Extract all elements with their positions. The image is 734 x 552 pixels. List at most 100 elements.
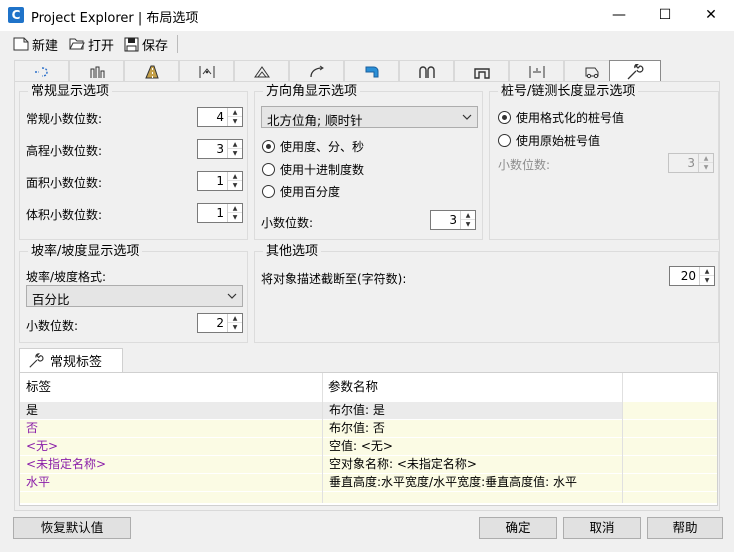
tab-curve[interactable] [289,60,344,82]
tab-surface[interactable] [234,60,289,82]
group-title: 方向角显示选项 [263,84,361,99]
cell-param: 布尔值: 否 [323,420,622,437]
profile-view-icon [90,66,104,78]
radio-dot [262,163,275,176]
pipe-network-icon [418,65,435,78]
tab-section[interactable] [179,60,234,82]
radio-grads[interactable]: 使用百分度 [262,183,340,200]
tab-dimension[interactable] [509,60,564,82]
grade-format-combo[interactable]: 百分比 [26,285,243,307]
column-header-param[interactable]: 参数名称 [322,373,622,400]
spin-down-icon[interactable]: ▼ [228,213,242,222]
open-label: 打开 [88,38,115,54]
tab-profile[interactable] [69,60,124,82]
spinner-value: 3 [687,156,695,170]
tab-assembly[interactable] [344,60,399,82]
cell-extra [623,402,717,419]
direction-combo-value: 北方位角; 顺时针 [267,113,363,128]
direction-combo[interactable]: 北方位角; 顺时针 [261,106,478,128]
spin-down-icon[interactable]: ▼ [228,323,242,332]
spinner-value: 1 [216,174,224,188]
radio-label: 使用原始桩号值 [516,134,601,148]
column-header-label[interactable]: 标签 [20,373,322,400]
station-decimals-label: 小数位数: [498,158,551,172]
radio-decimal-degrees[interactable]: 使用十进制度数 [262,161,364,178]
spin-up-icon[interactable]: ▲ [228,314,242,323]
grade-format-label: 坡率/坡度格式: [26,270,107,284]
spin-down-icon[interactable]: ▼ [228,117,242,126]
group-title: 桩号/链测长度显示选项 [498,84,639,99]
tab-pipe-network[interactable] [399,60,454,82]
group-title: 常规显示选项 [28,84,113,99]
cell-extra [623,474,717,491]
direction-decimals-label: 小数位数: [261,216,314,230]
volume-decimals-spinner[interactable]: 1 ▲ ▼ [197,203,243,223]
tab-general-labels[interactable]: 常规标签 [19,348,123,372]
close-button[interactable]: ✕ [688,0,734,31]
direction-decimals-spinner[interactable]: 3 ▲ ▼ [430,210,476,230]
elevation-decimals-spinner[interactable]: 3 ▲ ▼ [197,139,243,159]
spin-up-icon[interactable]: ▲ [228,204,242,213]
radio-formatted-station[interactable]: 使用格式化的桩号值 [498,109,624,126]
ok-button[interactable]: 确定 [479,517,557,539]
spin-up-icon[interactable]: ▲ [700,267,714,276]
save-button[interactable]: 保存 [124,34,168,54]
grade-decimals-spinner[interactable]: 2 ▲ ▼ [197,313,243,333]
grade-decimals-label: 小数位数: [26,319,79,333]
spin-up-icon[interactable]: ▲ [228,172,242,181]
title-bar: C Project Explorer | 布局选项 — ☐ ✕ [0,0,734,31]
general-decimals-label: 常规小数位数: [26,112,103,126]
spin-up-icon[interactable]: ▲ [228,108,242,117]
window-title: Project Explorer | 布局选项 [31,11,199,26]
radio-raw-station[interactable]: 使用原始桩号值 [498,132,600,149]
cell-param: 布尔值: 是 [323,402,622,419]
new-button[interactable]: 新建 [13,34,58,54]
new-icon [13,37,29,51]
spin-up-icon[interactable]: ▲ [461,211,475,220]
spin-up-icon: ▲ [699,154,713,163]
maximize-button[interactable]: ☐ [642,0,688,31]
cell-label: 否 [20,420,322,437]
wrench-icon [627,64,644,80]
table-row[interactable]: <未指定名称> 空对象名称: <未指定名称> [20,456,717,473]
tab-pressure-pipe[interactable] [454,60,509,82]
spin-down-icon[interactable]: ▼ [228,149,242,158]
truncate-description-spinner[interactable]: 20 ▲ ▼ [669,266,715,286]
tab-label: 常规标签 [50,355,103,370]
cell-param: 空值: <无> [323,438,622,455]
area-decimals-spinner[interactable]: 1 ▲ ▼ [197,171,243,191]
spin-down-icon[interactable]: ▼ [228,181,242,190]
new-label: 新建 [32,38,59,54]
radio-label: 使用格式化的桩号值 [516,111,625,125]
tab-alignment[interactable] [14,60,69,82]
open-folder-icon [69,38,85,50]
pressure-pipe-icon [473,67,490,79]
volume-decimals-label: 体积小数位数: [26,208,103,222]
radio-dot [498,134,511,147]
table-row[interactable]: 水平 垂直高度:水平宽度/水平宽度:垂直高度值: 水平 [20,474,717,491]
station-decimals-spinner[interactable]: 3 ▲ ▼ [668,153,714,173]
table-row[interactable] [20,492,717,503]
general-decimals-spinner[interactable]: 4 ▲ ▼ [197,107,243,127]
cancel-button[interactable]: 取消 [563,517,641,539]
table-row[interactable]: <无> 空值: <无> [20,438,717,455]
cell-param: 垂直高度:水平宽度/水平宽度:垂直高度值: 水平 [323,474,622,491]
minimize-button[interactable]: — [596,0,642,31]
spin-up-icon[interactable]: ▲ [228,140,242,149]
spin-down-icon[interactable]: ▼ [700,276,714,285]
spinner-value: 2 [216,316,224,330]
group-title: 其他选项 [263,244,322,259]
open-button[interactable]: 打开 [69,34,114,54]
area-decimals-label: 面积小数位数: [26,176,103,190]
tab-general-settings[interactable] [609,60,661,83]
tab-corridor[interactable] [124,60,179,82]
feature-tab-strip [14,60,720,83]
spin-down-icon[interactable]: ▼ [461,220,475,229]
table-row[interactable]: 是 布尔值: 是 [20,402,717,419]
table-row[interactable]: 否 布尔值: 否 [20,420,717,437]
chevron-down-icon [462,114,472,120]
radio-dms[interactable]: 使用度、分、秒 [262,138,364,155]
restore-defaults-button[interactable]: 恢复默认值 [13,517,131,539]
section-icon [199,65,214,78]
help-button[interactable]: 帮助 [647,517,723,539]
